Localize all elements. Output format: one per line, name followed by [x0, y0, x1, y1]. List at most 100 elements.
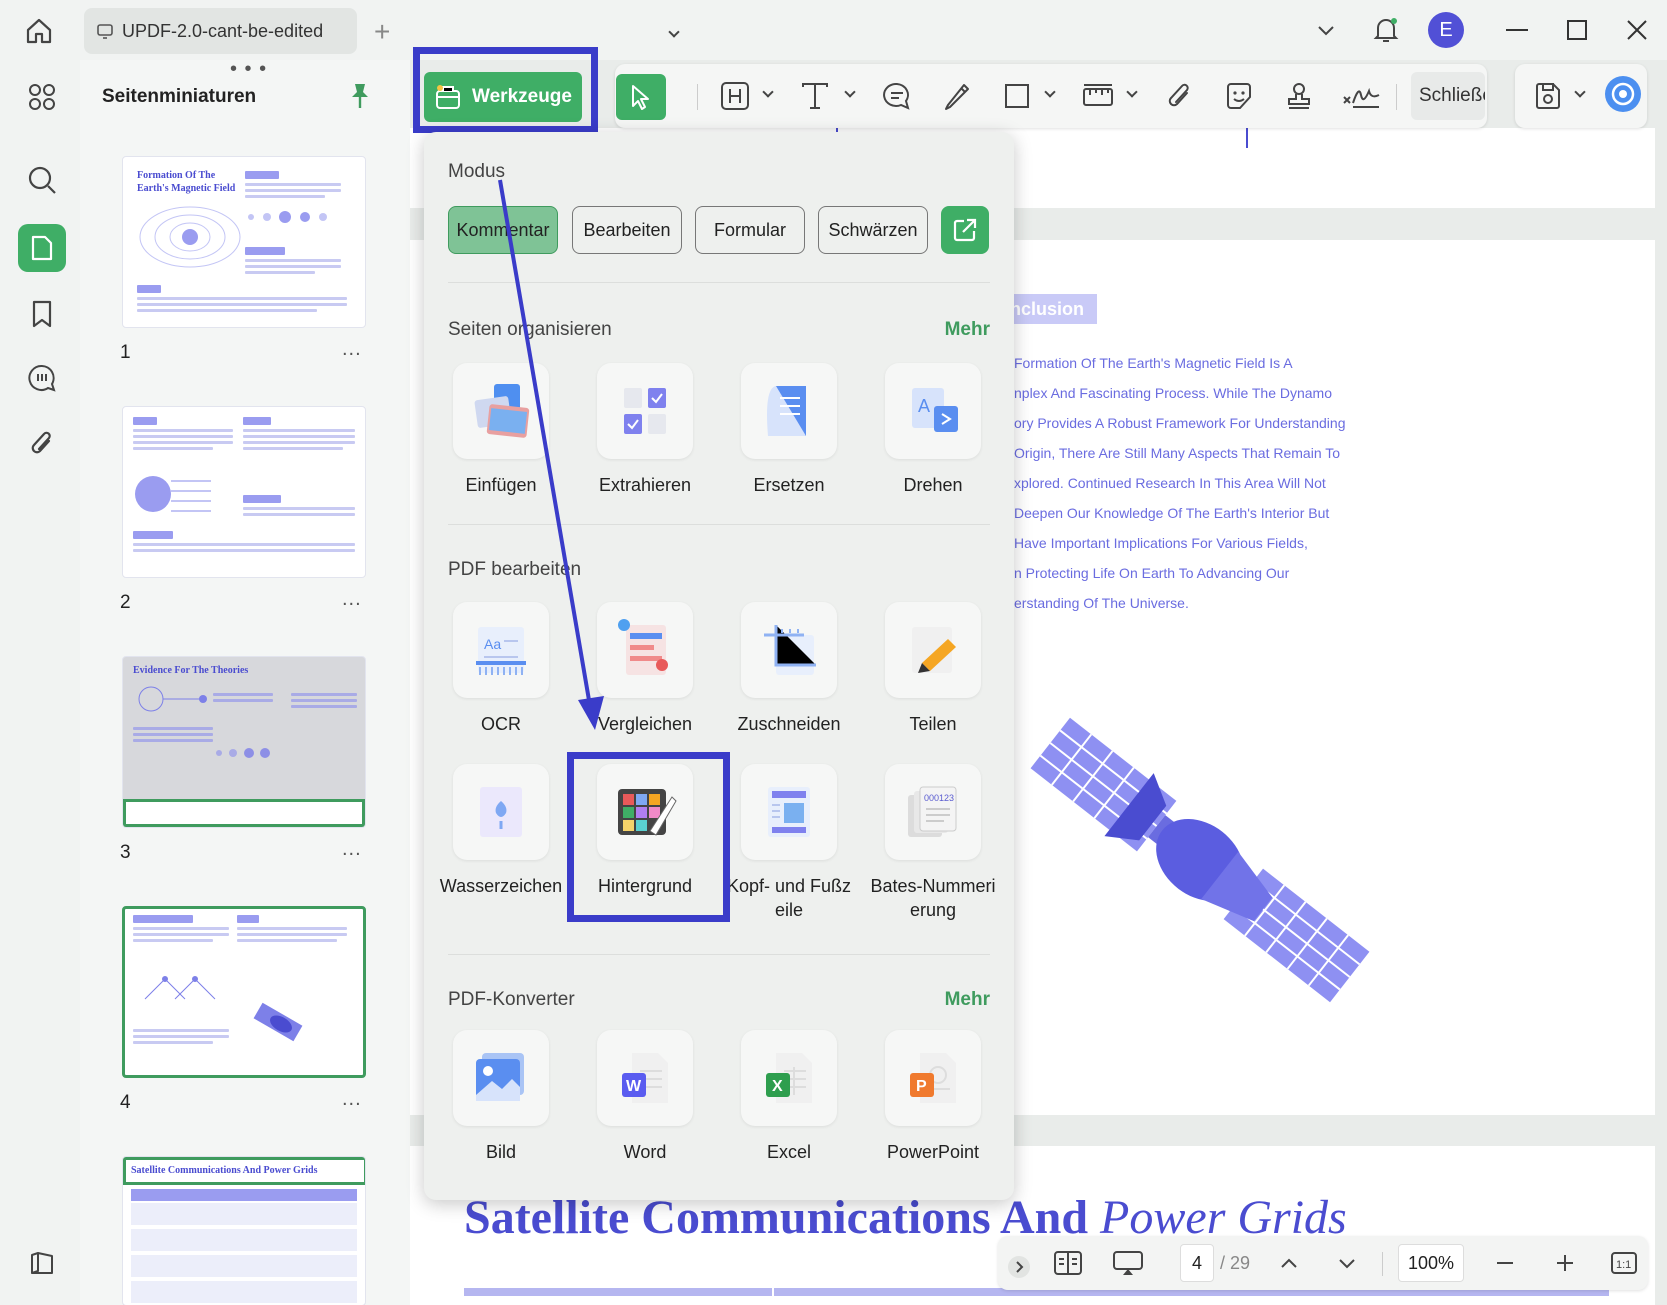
converter-more-link[interactable]: Mehr [945, 989, 990, 1011]
ocr-icon: Aa [453, 602, 549, 698]
bookmark-icon[interactable] [18, 290, 66, 338]
tool-zuschneiden[interactable]: Zuschneiden [722, 602, 856, 736]
save-icon[interactable] [1530, 76, 1566, 116]
comment-tool-icon[interactable] [880, 76, 914, 116]
presentation-icon[interactable] [1108, 1243, 1148, 1283]
svg-text:P: P [916, 1078, 927, 1095]
stamp-icon[interactable] [1282, 76, 1316, 116]
tool-extrahieren[interactable]: Extrahieren [578, 363, 712, 497]
attachment-icon[interactable] [18, 420, 66, 468]
document-text-line: xplored. Continued Research In This Area… [1014, 475, 1326, 491]
panel-resize-handle[interactable]: • • • [230, 58, 267, 81]
search-icon[interactable] [18, 156, 66, 204]
minimize-icon[interactable] [1497, 10, 1537, 50]
text-tool-icon[interactable] [798, 76, 832, 116]
tool-einfuegen[interactable]: Einfügen [434, 363, 568, 497]
page-thumbnail-2[interactable] [122, 406, 366, 578]
page-thumbnail-4[interactable] [122, 906, 366, 1078]
close-icon[interactable] [1617, 10, 1657, 50]
select-tool-button[interactable] [616, 74, 666, 120]
mode-bearbeiten-button[interactable]: Bearbeiten [572, 206, 682, 254]
thumbnail-more-button[interactable]: ... [342, 338, 362, 361]
watermark-icon [453, 764, 549, 860]
thumbnail-more-button[interactable]: ... [342, 588, 362, 611]
svg-text:000123: 000123 [924, 793, 954, 803]
tool-ocr[interactable]: Aa OCR [434, 602, 568, 736]
tool-label: Extrahieren [598, 475, 692, 495]
organize-section-title: Seiten organisieren [448, 319, 612, 340]
mode-formular-button[interactable]: Formular [695, 206, 805, 254]
page-thumbnails-icon[interactable] [18, 224, 66, 272]
pencil-tool-icon[interactable] [940, 76, 974, 116]
tool-label: Teilen [909, 714, 957, 734]
mode-schwaerzen-button[interactable]: Schwärzen [818, 206, 928, 254]
tool-label: Vergleichen [597, 714, 693, 734]
actual-size-icon[interactable]: 1:1 [1606, 1243, 1642, 1283]
expand-arrow-icon[interactable] [1004, 1247, 1034, 1287]
thumbnails-title: Seitenminiaturen [102, 86, 257, 107]
document-tab[interactable]: UPDF-2.0-cant-be-edited [84, 8, 357, 54]
current-page-input[interactable]: 4 [1180, 1244, 1214, 1282]
page-thumbnail-1[interactable]: Formation Of The Earth's Magnetic Field [122, 156, 366, 328]
tool-bild[interactable]: Bild [434, 1030, 568, 1164]
mode-kommentar-button[interactable]: Kommentar [448, 206, 558, 254]
next-page-icon[interactable] [1332, 1243, 1362, 1283]
zoom-out-icon[interactable] [1490, 1243, 1520, 1283]
tool-label: PowerPoint [886, 1142, 980, 1162]
comments-icon[interactable] [18, 354, 66, 402]
compare-icon [597, 602, 693, 698]
sticker-icon[interactable] [1222, 76, 1256, 116]
open-external-icon[interactable] [941, 206, 989, 254]
tool-label: Ersetzen [753, 475, 825, 495]
new-tab-button[interactable]: + [374, 16, 390, 48]
document-text-line: Formation Of The Earth's Magnetic Field … [1014, 355, 1293, 371]
grid-icon[interactable] [18, 73, 66, 121]
heading-tool-icon[interactable] [718, 76, 752, 116]
svg-text:Aa: Aa [484, 636, 501, 652]
tool-teilen[interactable]: Teilen [866, 602, 1000, 736]
measure-tool-icon[interactable] [1080, 76, 1116, 116]
tool-wasserzeichen[interactable]: Wasserzeichen [434, 764, 568, 898]
maximize-icon[interactable] [1557, 10, 1597, 50]
bell-icon[interactable] [1366, 10, 1406, 50]
thumbnail-heading: Satellite Communications And Power Grids [131, 1165, 318, 1176]
tool-bates-nummerierung[interactable]: 000123 Bates-Nummerierung [866, 764, 1000, 922]
background-tool-highlight [567, 752, 730, 922]
total-pages: / 29 [1220, 1253, 1251, 1273]
home-icon[interactable] [22, 14, 56, 48]
previous-page-icon[interactable] [1274, 1243, 1304, 1283]
tool-excel[interactable]: X Excel [722, 1030, 856, 1164]
pin-icon[interactable] [348, 82, 372, 115]
attachment-icon[interactable] [1162, 76, 1196, 116]
rectangle-tool-icon[interactable] [1000, 76, 1034, 116]
zoom-in-icon[interactable] [1550, 1243, 1580, 1283]
sidebar-toggle-icon[interactable] [18, 1239, 66, 1287]
excel-icon: X [741, 1030, 837, 1126]
satellite-illustration [1030, 717, 1370, 1003]
two-page-view-icon[interactable] [1050, 1243, 1086, 1283]
page-thumbnail-5[interactable]: Satellite Communications And Power Grids [122, 1156, 366, 1305]
tool-label: Bates-Nummerierung [870, 876, 996, 920]
signature-icon[interactable] [1340, 76, 1382, 116]
ai-assistant-icon[interactable] [1603, 74, 1643, 114]
tool-vergleichen[interactable]: Vergleichen [578, 602, 712, 736]
thumbnail-more-button[interactable]: ... [342, 1088, 362, 1111]
tool-kopf-fusszeile[interactable]: Kopf- und Fußzeile [722, 764, 856, 922]
powerpoint-icon: P [885, 1030, 981, 1126]
tool-powerpoint[interactable]: P PowerPoint [866, 1030, 1000, 1164]
tool-word[interactable]: W Word [578, 1030, 712, 1164]
tool-ersetzen[interactable]: Ersetzen [722, 363, 856, 497]
tool-label: Zuschneiden [737, 714, 841, 734]
avatar[interactable]: E [1428, 12, 1464, 48]
organize-more-link[interactable]: Mehr [945, 319, 990, 341]
tool-drehen[interactable]: A Drehen [866, 363, 1000, 497]
tool-label: Bild [485, 1142, 516, 1162]
page-thumbnail-3[interactable]: Evidence For The Theories [122, 656, 366, 828]
chevron-down-icon[interactable] [1306, 10, 1346, 50]
zoom-level[interactable]: 100% [1398, 1244, 1464, 1282]
thumbnail-more-button[interactable]: ... [342, 838, 362, 861]
bates-numbering-icon: 000123 [885, 764, 981, 860]
thumbnail-page-number: 2 [120, 592, 131, 613]
tool-label: OCR [481, 714, 521, 734]
close-tools-button[interactable]: Schließen [1411, 72, 1485, 120]
